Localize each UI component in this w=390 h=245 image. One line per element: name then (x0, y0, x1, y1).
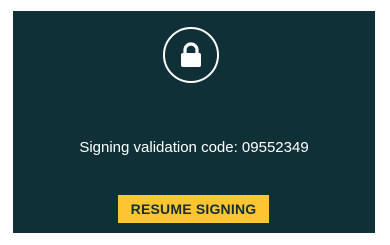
validation-code-text: Signing validation code: 09552349 (79, 139, 309, 156)
lock-icon (181, 42, 201, 67)
signing-panel: Signing validation code: 09552349 RESUME… (13, 11, 375, 233)
resume-signing-button[interactable]: RESUME SIGNING (118, 195, 269, 223)
lock-badge (163, 27, 219, 83)
